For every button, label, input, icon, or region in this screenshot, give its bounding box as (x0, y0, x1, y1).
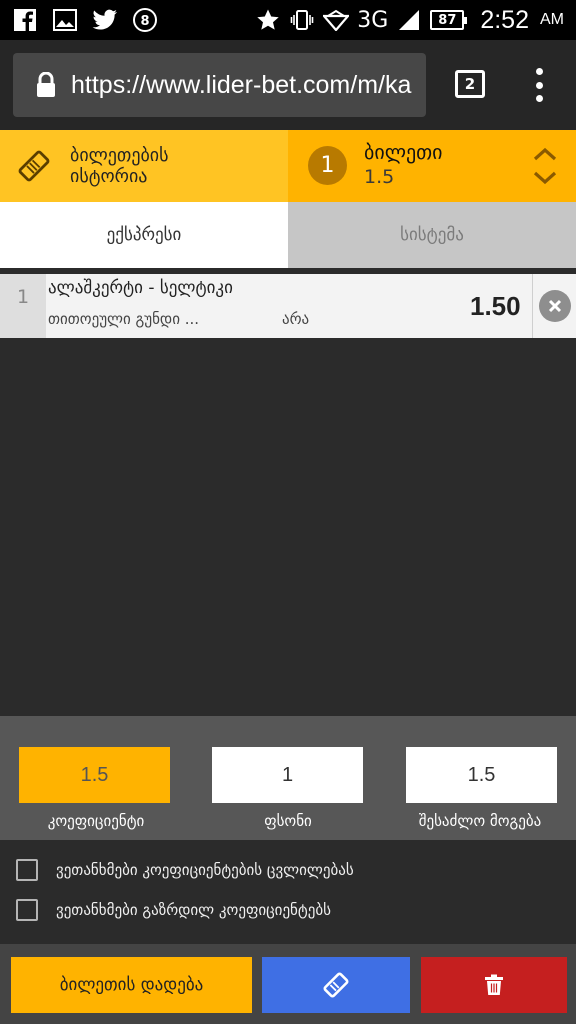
ticket-icon (16, 148, 52, 184)
ticket-history-button[interactable]: ბილეთების ისტორია (0, 130, 288, 202)
bet-row: 1 ალაშკერტი - სელტიკი თითოეული გუნდი ...… (0, 274, 576, 338)
stake-label: ფსონი (264, 812, 312, 830)
star-icon (255, 7, 281, 33)
ticket-header: ბილეთების ისტორია 1 ბილეთი 1.5 (0, 130, 576, 202)
battery-icon: 87 (430, 10, 468, 30)
trash-icon (485, 974, 503, 995)
remove-bet-button[interactable] (539, 290, 571, 322)
network-type: 3G (357, 7, 389, 33)
tab-express[interactable]: ექსპრესი (0, 202, 288, 268)
twitter-icon (92, 7, 118, 33)
agree-odds-increase-label: ვეთანხმები გაზრდილ კოეფიციენტებს (56, 901, 331, 919)
ticket-total-odds: 1.5 (364, 166, 395, 188)
vibrate-icon (289, 7, 315, 33)
tab-count: 2 (464, 75, 476, 93)
agree-odds-increase-checkbox[interactable] (16, 899, 38, 921)
url-bar[interactable]: https://www.lider-bet.com/m/ka (13, 53, 426, 117)
bet-divider (532, 274, 533, 338)
signal-icon (396, 7, 422, 33)
ticket-history-label: ბილეთების ისტორია (70, 145, 169, 187)
status-bar: 8 3G 87 2:52 AM (0, 0, 576, 40)
total-odds-field: 1.5 (19, 747, 170, 803)
agree-odds-increase-row[interactable]: ვეთანხმები გაზრდილ კოეფიციენტებს (16, 897, 331, 923)
possible-win-label: შესაძლო მოგება (418, 812, 542, 830)
total-odds-label: კოეფიციენტი (47, 812, 145, 830)
agreements: ვეთანხმები კოეფიციენტების ცვლილებას ვეთა… (0, 840, 576, 944)
agree-odds-change-row[interactable]: ვეთანხმები კოეფიციენტების ცვლილებას (16, 857, 354, 883)
stake-input[interactable]: 1 (212, 747, 363, 803)
ticket-title: ბილეთი (364, 140, 443, 164)
svg-text:8: 8 (140, 14, 149, 29)
bet-match: ალაშკერტი - სელტიკი (48, 278, 233, 298)
clock-ampm: AM (540, 11, 564, 28)
url-text: https://www.lider-bet.com/m/ka (71, 70, 412, 99)
battery-level: 87 (438, 12, 457, 28)
agree-odds-change-checkbox[interactable] (16, 859, 38, 881)
lock-icon (35, 71, 57, 98)
browser-menu-button[interactable] (528, 68, 550, 102)
agree-odds-change-label: ვეთანხმები კოეფიციენტების ცვლილებას (56, 861, 354, 879)
current-ticket-tab[interactable]: 1 ბილეთი 1.5 (288, 130, 576, 202)
bet-list: 1 ალაშკერტი - სელტიკი თითოეული გუნდი ...… (0, 268, 576, 338)
facebook-icon (12, 7, 38, 33)
action-bar: ბილეთის დადება (0, 944, 576, 1024)
empty-area (0, 338, 576, 716)
ticket-summary: 1.5 1 1.5 კოეფიციენტი ფსონი შესაძლო მოგე… (0, 716, 576, 840)
clock-time: 2:52 (480, 5, 529, 34)
bet-market: თითოეული გუნდი ... (48, 310, 200, 328)
image-icon (52, 7, 78, 33)
bet-odds: 1.50 (470, 291, 521, 321)
wifi-icon (323, 7, 350, 33)
possible-win-field: 1.5 (406, 747, 557, 803)
ticket-count-badge: 1 (308, 146, 347, 185)
bet-index: 1 (0, 274, 46, 338)
expand-toggle-icon[interactable] (532, 146, 558, 186)
bet-pick: არა (282, 310, 310, 328)
tab-switcher-button[interactable]: 2 (455, 70, 485, 98)
tab-system[interactable]: სისტემა (288, 202, 576, 268)
ticket-icon (323, 972, 349, 998)
delete-ticket-button[interactable] (421, 957, 567, 1013)
badge-8-icon: 8 (132, 7, 158, 33)
bet-type-tabs: ექსპრესი სისტემა (0, 202, 576, 268)
close-icon (548, 299, 562, 313)
share-ticket-button[interactable] (262, 957, 410, 1013)
browser-toolbar: https://www.lider-bet.com/m/ka 2 (0, 40, 576, 130)
place-bet-button[interactable]: ბილეთის დადება (11, 957, 252, 1013)
